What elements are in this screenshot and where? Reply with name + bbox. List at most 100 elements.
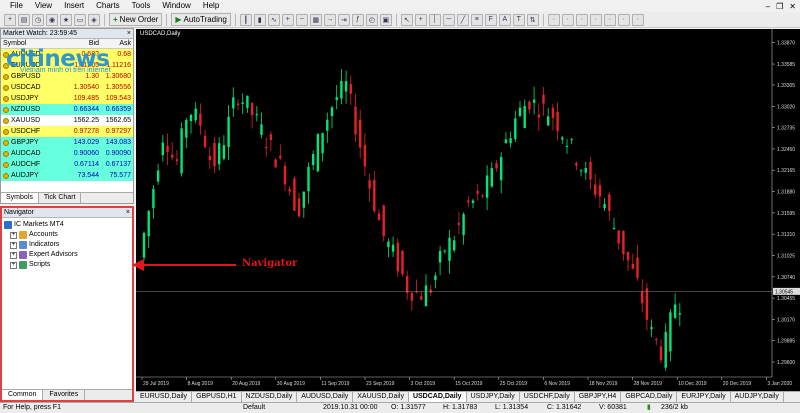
chart-tab[interactable]: NZDUSD,Daily <box>242 392 298 402</box>
auto-trading-button[interactable]: ▶ AutoTrading <box>171 13 231 26</box>
market-watch-row[interactable]: GBPUSD 1.30 1.30680 <box>1 71 133 82</box>
market-watch-row[interactable]: XAUUSD 1562.25 1562.65 <box>1 115 133 126</box>
tree-root-broker[interactable]: IC Markets MT4 <box>4 220 130 230</box>
expand-icon[interactable]: + <box>10 231 17 239</box>
chart-tab[interactable]: GBPJPY,H4 <box>575 392 622 402</box>
period-d1-icon[interactable]: · <box>631 13 644 26</box>
tree-item-accounts[interactable]: + Accounts <box>4 230 130 240</box>
terminal-icon[interactable]: ▭ <box>74 13 86 26</box>
menu-file[interactable]: File <box>4 0 29 12</box>
market-watch-row[interactable]: AUDUSD 0.68? 0.68 <box>1 49 133 60</box>
column-symbol[interactable]: Symbol <box>1 39 59 48</box>
navigator-tabs: Common Favorites <box>2 389 132 400</box>
column-ask[interactable]: Ask <box>99 39 133 48</box>
market-watch-row[interactable]: NZDUSD 0.66344 0.66359 <box>1 104 133 115</box>
tab-common[interactable]: Common <box>2 390 44 400</box>
bar-chart-icon[interactable]: ┃ <box>239 13 252 26</box>
crosshair-icon[interactable]: + <box>414 13 427 26</box>
chart-tab[interactable]: AUDJPY,Daily <box>731 392 784 402</box>
chart-tab[interactable]: AUDUSD,Daily <box>297 392 354 402</box>
autoscroll-icon[interactable]: → <box>323 13 336 26</box>
chart-tab[interactable]: USDCAD,Daily <box>408 392 467 402</box>
market-watch-row[interactable]: AUDCAD 0.90060 0.90090 <box>1 148 133 159</box>
tree-item-indicators[interactable]: + Indicators <box>4 240 130 250</box>
chart-tab[interactable]: EURUSD,Daily <box>136 392 193 402</box>
text-icon[interactable]: A <box>498 13 511 26</box>
status-open: O: 1.31577 <box>391 404 426 411</box>
mt4-window: File View Insert Charts Tools Window Hel… <box>0 0 800 413</box>
chart-tab[interactable]: EURJPY,Daily <box>677 392 731 402</box>
chart-tab[interactable]: USDJPY,Daily <box>467 392 520 402</box>
chart-tab[interactable]: GBPUSD,H1 <box>192 392 242 402</box>
menu-window[interactable]: Window <box>156 0 196 12</box>
market-watch-row[interactable]: GBPJPY 143.029 143.083 <box>1 137 133 148</box>
fibonacci-icon[interactable]: F <box>484 13 497 26</box>
equidistant-channel-icon[interactable]: ≡ <box>470 13 483 26</box>
period-m1-icon[interactable]: · <box>547 13 560 26</box>
market-watch-row[interactable]: USDCHF 0.97278 0.97297 <box>1 126 133 137</box>
vertical-line-icon[interactable]: │ <box>428 13 441 26</box>
menu-charts[interactable]: Charts <box>90 0 126 12</box>
tab-symbols[interactable]: Symbols <box>1 193 39 203</box>
data-window-icon[interactable]: ◉ <box>46 13 58 26</box>
menu-insert[interactable]: Insert <box>58 0 90 12</box>
tab-tick-chart[interactable]: Tick Chart <box>39 193 82 203</box>
chart-shift-icon[interactable]: ⇥ <box>337 13 350 26</box>
candle-body <box>396 242 399 272</box>
column-bid[interactable]: Bid <box>59 39 99 48</box>
candle-body <box>420 296 423 300</box>
market-watch-row[interactable]: AUDJPY 73.544 75.577 <box>1 170 133 181</box>
candle-body <box>194 108 197 121</box>
profiles-icon[interactable]: ▤ <box>18 13 30 26</box>
templates-icon[interactable]: ▣ <box>379 13 392 26</box>
tester-icon[interactable]: ◈ <box>88 13 100 26</box>
menu-help[interactable]: Help <box>197 0 225 12</box>
horizontal-line-icon[interactable]: ─ <box>442 13 455 26</box>
tab-favorites[interactable]: Favorites <box>43 390 86 400</box>
tile-windows-icon[interactable]: ▦ <box>309 13 322 26</box>
restore-icon[interactable]: ❐ <box>776 2 783 11</box>
chart-tab[interactable]: GBPCAD,Daily <box>621 392 678 402</box>
expand-icon[interactable]: + <box>10 241 17 249</box>
tree-item-expert-advisors[interactable]: + Expert Advisors <box>4 250 130 260</box>
period-m15-icon[interactable]: · <box>575 13 588 26</box>
minimize-icon[interactable]: – <box>766 2 770 11</box>
menu-view[interactable]: View <box>29 0 58 12</box>
close-icon[interactable]: ✕ <box>789 2 796 11</box>
chart-tab[interactable]: XAUUSD,Daily <box>353 392 409 402</box>
market-watch-row[interactable]: EURUSD 1.11205 1.11216 <box>1 60 133 71</box>
market-watch-row[interactable]: AUDCHF 0.67114 0.67137 <box>1 159 133 170</box>
expand-icon[interactable]: + <box>10 261 17 269</box>
new-order-button[interactable]: + New Order <box>109 13 163 26</box>
price-chart[interactable]: 1.33870 1.33585 1.33305 1.33020 1.32735 1.324… <box>136 29 800 391</box>
indicators-icon[interactable]: ƒ <box>351 13 364 26</box>
market-watch-row[interactable]: USDJPY 109.485 109.543 <box>1 93 133 104</box>
tree-item-scripts[interactable]: + Scripts <box>4 260 130 270</box>
period-m5-icon[interactable]: · <box>561 13 574 26</box>
navigator-icon[interactable]: ★ <box>60 13 72 26</box>
cursor-icon[interactable]: ↖ <box>400 13 413 26</box>
menu-tools[interactable]: Tools <box>126 0 157 12</box>
candle-chart-icon[interactable]: ▮ <box>253 13 266 26</box>
new-chart-icon[interactable]: + <box>4 13 16 26</box>
market-watch-icon[interactable]: ◷ <box>32 13 44 26</box>
zoom-out-icon[interactable]: − <box>295 13 308 26</box>
candle-body <box>542 94 545 104</box>
arrows-icon[interactable]: ⇅ <box>526 13 539 26</box>
period-m30-icon[interactable]: · <box>589 13 602 26</box>
close-icon[interactable]: × <box>127 29 133 38</box>
expand-icon[interactable]: + <box>10 251 17 259</box>
zoom-in-icon[interactable]: + <box>281 13 294 26</box>
chart-tab[interactable]: USDCHF,Daily <box>520 392 575 402</box>
period-h4-icon[interactable]: · <box>617 13 630 26</box>
line-chart-icon[interactable]: ∿ <box>267 13 280 26</box>
status-profile[interactable]: Default <box>240 403 320 413</box>
market-watch-row[interactable]: USDCAD 1.30540 1.30556 <box>1 82 133 93</box>
close-icon[interactable]: × <box>126 208 132 217</box>
trendline-icon[interactable]: ╱ <box>456 13 469 26</box>
period-h1-icon[interactable]: · <box>603 13 616 26</box>
text-label-icon[interactable]: T <box>512 13 525 26</box>
candlestick-chart[interactable]: 1.33870 1.33585 1.33305 1.33020 1.32735 1.324… <box>136 29 800 391</box>
candle-body <box>669 312 672 352</box>
periods-icon[interactable]: ◴ <box>365 13 378 26</box>
